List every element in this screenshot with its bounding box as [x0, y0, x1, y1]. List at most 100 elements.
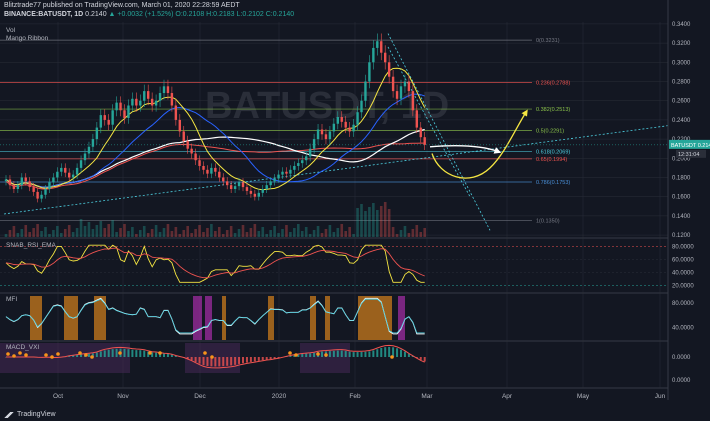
macd-histogram-bar — [230, 357, 233, 366]
volume-bar — [218, 227, 221, 237]
candle-body — [68, 172, 71, 178]
volume-bar — [198, 225, 201, 237]
price-change: ▲ +0.0032 (+1.52%) — [108, 11, 174, 18]
tradingview-logo[interactable]: TradingView — [4, 411, 56, 418]
candle-body — [131, 98, 134, 106]
volume-bar — [44, 227, 47, 237]
volume-bar — [324, 229, 328, 237]
indicator-label-mfi[interactable]: MFI — [6, 296, 17, 303]
volume-bar — [8, 230, 12, 237]
time-tick-label: Dec — [194, 393, 206, 400]
last-price-tag-text: BATUSDT 0.2140 — [671, 143, 710, 149]
volume-bar — [261, 227, 265, 237]
volume-bar — [40, 231, 43, 237]
volume-bar — [71, 232, 75, 237]
volume-bar — [316, 226, 320, 237]
volume-bar — [348, 227, 351, 237]
volume-bar — [340, 224, 344, 237]
mfi-band — [310, 296, 316, 340]
macd-histogram-bar — [301, 353, 304, 357]
candle-body — [218, 171, 221, 178]
candle-body — [198, 160, 201, 166]
symbol-line: BINANCE:BATUSDT, 1D 0.2140 ▲ +0.0032 (+1… — [4, 11, 294, 18]
macd-histogram-bar — [340, 350, 343, 357]
candle-body — [28, 181, 31, 188]
volume-bar — [127, 231, 130, 237]
volume-bar — [87, 222, 91, 237]
volume-bar — [56, 226, 59, 237]
candle-body — [237, 182, 241, 187]
volume-bar — [253, 224, 257, 237]
macd-signal-dot — [390, 355, 394, 359]
candle-body — [411, 91, 415, 111]
publisher-line: Blitztrade77 published on TradingView.co… — [4, 2, 240, 9]
candle-body — [202, 165, 205, 170]
macd-histogram-bar — [269, 357, 272, 360]
time-tick-label: Nov — [117, 393, 129, 400]
indicator-label-mango[interactable]: Mango Ribbon — [6, 35, 48, 42]
volume-bar — [91, 229, 95, 237]
candle-body — [360, 100, 363, 113]
macd-histogram-bar — [305, 353, 308, 357]
candle-body — [71, 174, 75, 178]
price-tick-label: 0.3200 — [672, 41, 691, 47]
volume-bar — [4, 234, 8, 237]
macd-histogram-bar — [242, 357, 244, 364]
candle-body — [261, 189, 264, 193]
symbol-name[interactable]: BINANCE:BATUSDT, 1D — [4, 11, 83, 18]
volume-bar — [142, 226, 146, 237]
candle-body — [344, 121, 347, 128]
macd-histogram-bar — [400, 349, 402, 357]
macd-histogram-bar — [95, 352, 98, 357]
candle-body — [253, 193, 257, 197]
indicator-label-snab[interactable]: SNAB_RSI_EMA — [6, 242, 56, 249]
candle-body — [40, 194, 43, 199]
macd-signal-dot — [210, 355, 214, 359]
candle-body — [301, 160, 304, 164]
indicator-label-macd[interactable]: MACD_VXI — [6, 344, 39, 351]
price-tick-label: 0.1200 — [672, 233, 691, 239]
macd-histogram-bar — [396, 348, 399, 357]
candle-body — [395, 91, 399, 99]
candle-body — [229, 185, 233, 190]
macd-histogram-bar — [115, 348, 118, 357]
indicator-label-vol[interactable]: Vol — [6, 27, 15, 34]
macd-histogram-bar — [111, 349, 114, 357]
candle-body — [297, 163, 300, 166]
tradingview-logo-text: TradingView — [17, 411, 56, 418]
volume-bar — [119, 228, 122, 237]
candle-body — [312, 139, 316, 149]
volume-bar — [289, 232, 292, 237]
volume-bar — [99, 221, 103, 237]
candle-body — [127, 105, 130, 118]
macd-histogram-bar — [257, 357, 260, 361]
price-chart[interactable]: BATUSDT, 1D 0(0.3231)0.236(0.2788)0.382(… — [0, 0, 710, 421]
macd-signal-dot — [90, 355, 94, 359]
candle-body — [20, 177, 23, 186]
candle-body — [368, 62, 371, 82]
mfi-band — [222, 296, 226, 340]
macd-axis-label: 0.0000 — [672, 355, 691, 361]
volume-bar — [28, 232, 31, 237]
candle-body — [56, 171, 59, 178]
macd-histogram-bar — [332, 350, 335, 357]
macd-histogram-bar — [206, 357, 209, 367]
candle-body — [285, 171, 288, 174]
candle-body — [380, 41, 383, 53]
volume-bar — [67, 225, 71, 237]
mfi-band — [325, 296, 330, 340]
macd-histogram-bar — [99, 351, 102, 357]
macd-band — [300, 343, 350, 373]
fib-level-label: 0.786(0.1753) — [536, 180, 570, 186]
volume-bar — [368, 207, 371, 237]
candle-body — [352, 124, 355, 132]
candle-body — [119, 102, 122, 111]
candle-body — [391, 76, 395, 92]
price-tick-label: 0.2400 — [672, 118, 691, 124]
volume-bar — [186, 226, 189, 237]
macd-histogram-bar — [131, 349, 134, 357]
volume-bar — [383, 202, 387, 237]
candle-body — [206, 169, 209, 174]
macd-histogram-bar — [194, 357, 197, 362]
macd-histogram-bar — [238, 357, 241, 364]
